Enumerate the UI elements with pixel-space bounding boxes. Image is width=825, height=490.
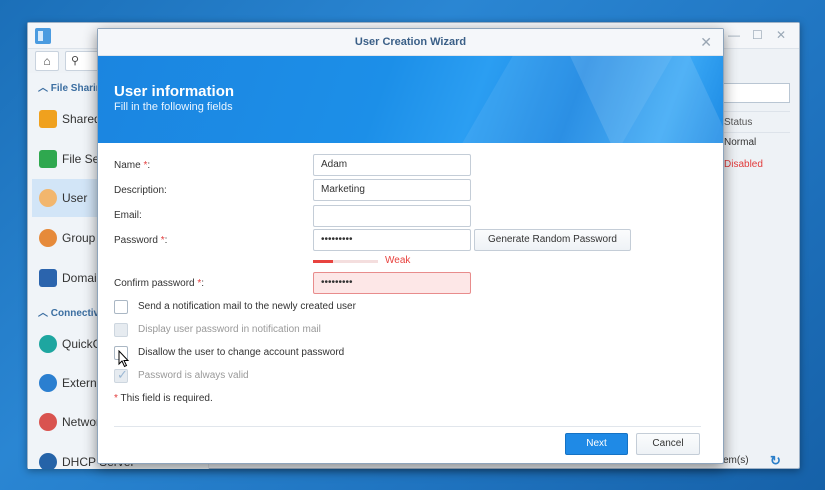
- search-icon: ⚲: [71, 55, 80, 67]
- chevron-up-icon: ︿: [38, 83, 51, 94]
- next-button[interactable]: Next: [565, 433, 628, 455]
- home-icon: ⌂: [43, 54, 51, 68]
- checkmark-icon: ✓: [117, 367, 128, 382]
- checkbox-label: Password is always valid: [138, 370, 249, 381]
- name-label: Name *:: [114, 160, 151, 171]
- quickconnect-icon: [39, 335, 57, 353]
- banner-title: User information: [114, 83, 235, 100]
- generate-random-password-button[interactable]: Generate Random Password: [474, 229, 631, 251]
- required-field-note: * This field is required.: [114, 393, 213, 404]
- minimize-icon[interactable]: —: [728, 28, 740, 42]
- external-access-icon: [39, 374, 57, 392]
- status-cell[interactable]: Disabled: [724, 159, 763, 170]
- password-label: Password *:: [114, 235, 168, 246]
- confirm-password-field[interactable]: •••••••••: [313, 272, 471, 294]
- dialog-banner: User information Fill in the following f…: [98, 56, 723, 143]
- description-label: Description:: [114, 185, 167, 196]
- file-services-icon: [39, 150, 57, 168]
- shared-folder-icon: [39, 110, 57, 128]
- maximize-icon[interactable]: ☐: [752, 28, 763, 42]
- cancel-button[interactable]: Cancel: [636, 433, 700, 455]
- mouse-cursor-icon: [118, 350, 130, 368]
- banner-subtitle: Fill in the following fields: [114, 101, 233, 113]
- domain-icon: [39, 269, 57, 287]
- close-icon[interactable]: ✕: [700, 34, 712, 51]
- footer-divider: [114, 426, 701, 427]
- home-button[interactable]: ⌂: [35, 51, 59, 71]
- email-field[interactable]: [313, 205, 471, 227]
- checkbox-label: Disallow the user to change account pass…: [138, 347, 345, 358]
- network-icon: [39, 413, 57, 431]
- password-strength-label: Weak: [385, 255, 411, 266]
- password-field[interactable]: •••••••••: [313, 229, 471, 251]
- dialog-title: User Creation Wizard: [354, 36, 467, 48]
- status-cell[interactable]: Normal: [724, 137, 756, 148]
- app-logo-icon: [35, 28, 51, 44]
- name-field[interactable]: Adam: [313, 154, 471, 176]
- user-search-input[interactable]: [718, 83, 790, 103]
- checkbox-label: Send a notification mail to the newly cr…: [138, 301, 356, 312]
- close-window-icon[interactable]: ✕: [776, 28, 786, 42]
- column-header-status[interactable]: Status: [718, 111, 790, 133]
- dialog-titlebar: User Creation Wizard ✕: [98, 29, 723, 56]
- password-strength-bar: [313, 260, 378, 263]
- confirm-password-label: Confirm password *:: [114, 278, 205, 289]
- user-icon: [39, 189, 57, 207]
- password-always-valid-checkbox: ✓: [114, 367, 128, 383]
- email-label: Email:: [114, 210, 142, 221]
- list-footer: item(s) ↻: [718, 453, 790, 469]
- description-field[interactable]: Marketing: [313, 179, 471, 201]
- refresh-icon[interactable]: ↻: [770, 453, 781, 469]
- checkbox-label: Display user password in notification ma…: [138, 324, 321, 335]
- group-icon: [39, 229, 57, 247]
- send-notification-checkbox[interactable]: [114, 300, 128, 314]
- dhcp-server-icon: [39, 453, 57, 469]
- user-creation-wizard-dialog: User Creation Wizard ✕ User information …: [97, 28, 724, 464]
- display-password-checkbox: [114, 323, 128, 337]
- password-strength-fill: [313, 260, 333, 263]
- chevron-up-icon: ︿: [38, 308, 51, 319]
